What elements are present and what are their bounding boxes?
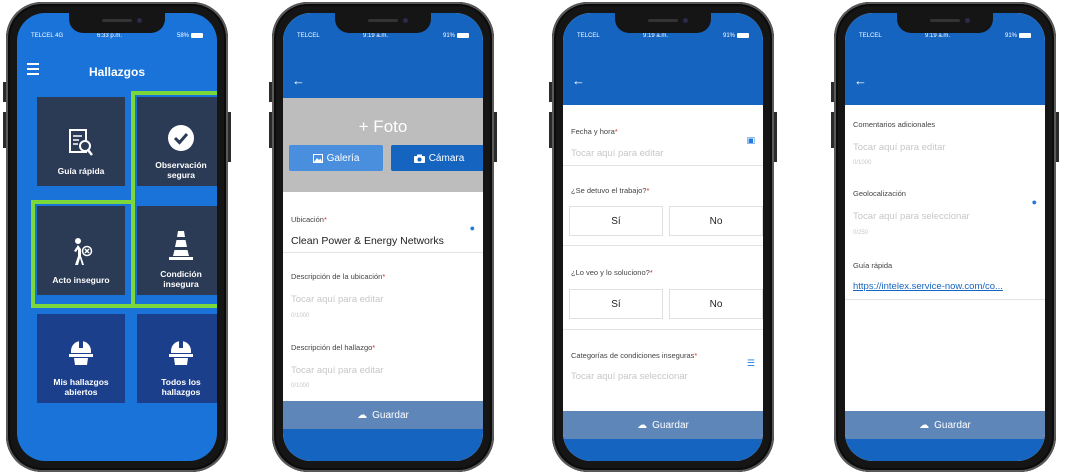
tile-label: Mis hallazgos abiertos — [53, 377, 109, 397]
carrier-label: TELCEL — [859, 33, 882, 39]
guide-link[interactable]: https://intelex.service-now.com/co... — [853, 281, 1003, 292]
guide-icon — [69, 129, 93, 156]
phone-frame-3: TELCEL 9:19 a.m. 91% ← Fecha y hora* ▣ T… — [549, 2, 777, 472]
geo-counter: 0/250 — [853, 230, 869, 236]
cloud-upload-icon: ☁ — [637, 419, 648, 431]
hard-hat-icon — [69, 340, 93, 365]
screen-finding-details: TELCEL 9:19 a.m. 91% ← Fecha y hora* ▣ T… — [563, 13, 763, 461]
cloud-upload-icon: ☁ — [919, 419, 930, 431]
battery-icon — [457, 33, 469, 38]
list-icon[interactable]: ☰ — [747, 358, 755, 369]
screen-additional-info: TELCEL 9:19 a.m. 91% ← Comentarios adici… — [845, 13, 1045, 461]
save-button[interactable]: ☁ Guardar — [283, 401, 483, 429]
comments-field[interactable]: Tocar aquí para editar — [853, 142, 945, 153]
save-button[interactable]: ☁ Guardar — [563, 411, 763, 439]
camera-label: Cámara — [428, 152, 465, 164]
stopped-yes-button[interactable]: Sí — [569, 206, 663, 236]
gallery-label: Galería — [326, 152, 360, 164]
tile-acto-inseguro[interactable]: Acto inseguro — [37, 206, 125, 295]
carrier-label: TELCEL 4G — [31, 33, 64, 39]
saw-no-button[interactable]: No — [669, 289, 763, 319]
saw-label: ¿Lo veo y lo soluciono?* — [571, 268, 653, 277]
location-value[interactable]: Clean Power & Energy Networks — [291, 235, 444, 247]
tile-label: Observación segura — [155, 160, 207, 180]
save-label: Guardar — [372, 409, 409, 421]
tile-observacion-segura[interactable]: Observación segura — [137, 97, 217, 186]
finding-desc-label: Descripción del hallazgo* — [291, 343, 376, 352]
time-label: 9:19 a.m. — [363, 33, 389, 39]
location-pin-icon[interactable]: ● — [1032, 197, 1037, 207]
check-circle-icon — [168, 125, 194, 151]
calendar-icon[interactable]: ▣ — [746, 135, 755, 146]
tile-label: Condición insegura — [160, 269, 202, 289]
stopped-no-button[interactable]: No — [669, 206, 763, 236]
location-label: Ubicación* — [291, 215, 327, 224]
time-label: 9:19 a.m. — [643, 33, 669, 39]
image-icon — [312, 153, 323, 163]
screen-home: TELCEL 4G 6:33 p.m. 58% Hallazgos Guía r… — [17, 13, 217, 461]
battery-label: 58% — [177, 33, 203, 39]
battery-label: 91% — [1005, 33, 1031, 39]
phone-frame-2: TELCEL 9:19 a.m. 91% ← + Foto Galería Cá… — [269, 2, 497, 472]
page-title: Hallazgos — [88, 65, 145, 79]
finding-desc-field[interactable]: Tocar aquí para editar — [291, 365, 383, 376]
save-button[interactable]: ☁ Guardar — [845, 411, 1045, 439]
notch — [69, 13, 165, 33]
phone-frame-1: TELCEL 4G 6:33 p.m. 58% Hallazgos Guía r… — [3, 2, 231, 472]
battery-icon — [191, 33, 203, 38]
tile-mis-hallazgos[interactable]: Mis hallazgos abiertos — [37, 314, 125, 403]
tile-label: Guía rápida — [57, 166, 105, 176]
back-arrow-icon[interactable]: ← — [292, 73, 305, 88]
guide-label: Guía rápida — [853, 261, 893, 270]
screen-new-finding: TELCEL 9:19 a.m. 91% ← + Foto Galería Cá… — [283, 13, 483, 461]
geo-label: Geolocalización — [853, 189, 906, 198]
datetime-label: Fecha y hora* — [571, 127, 618, 136]
geo-field[interactable]: Tocar aquí para seleccionar — [853, 211, 970, 222]
camera-icon — [413, 154, 425, 163]
battery-icon — [1019, 33, 1031, 38]
camera-button[interactable]: Cámara — [391, 145, 483, 171]
location-desc-label: Descripción de la ubicación* — [291, 272, 386, 281]
battery-icon — [737, 33, 749, 38]
battery-label: 91% — [443, 33, 469, 39]
phone-frame-4: TELCEL 9:19 a.m. 91% ← Comentarios adici… — [831, 2, 1059, 472]
save-label: Guardar — [652, 419, 689, 431]
tile-label: Acto inseguro — [52, 275, 110, 285]
traffic-cone-icon — [169, 231, 193, 260]
carrier-label: TELCEL — [297, 33, 320, 39]
tile-todos-hallazgos[interactable]: Todos los hallazgos — [137, 314, 217, 403]
back-arrow-icon[interactable]: ← — [854, 73, 867, 88]
saw-yes-button[interactable]: Sí — [569, 289, 663, 319]
carrier-label: TELCEL — [577, 33, 600, 39]
finding-desc-counter: 0/1000 — [291, 383, 310, 389]
location-desc-field[interactable]: Tocar aquí para editar — [291, 294, 383, 305]
tile-label: Todos los hallazgos — [161, 377, 201, 397]
gallery-button[interactable]: Galería — [289, 145, 383, 171]
categories-field[interactable]: Tocar aquí para seleccionar — [571, 371, 688, 382]
globe-icon[interactable]: ● — [470, 223, 475, 233]
hard-hat-icon — [169, 340, 193, 365]
comments-counter: 0/1000 — [853, 160, 872, 166]
time-label: 6:33 p.m. — [97, 33, 123, 39]
comments-label: Comentarios adicionales — [853, 120, 936, 129]
cloud-upload-icon: ☁ — [357, 409, 368, 421]
back-arrow-icon[interactable]: ← — [572, 73, 585, 88]
datetime-field[interactable]: Tocar aquí para editar — [571, 148, 663, 159]
location-desc-counter: 0/1000 — [291, 313, 310, 319]
time-label: 9:19 a.m. — [925, 33, 951, 39]
save-label: Guardar — [934, 419, 971, 431]
categories-label: Categorías de condiciones inseguras* — [571, 351, 698, 360]
tile-condicion-insegura[interactable]: Condición insegura — [137, 206, 217, 295]
battery-label: 91% — [723, 33, 749, 39]
tile-guia-rapida[interactable]: Guía rápida — [37, 97, 125, 186]
unsafe-person-icon — [74, 238, 93, 265]
stopped-label: ¿Se detuvo el trabajo?* — [571, 186, 650, 195]
add-photo-label[interactable]: + Foto — [283, 117, 483, 137]
